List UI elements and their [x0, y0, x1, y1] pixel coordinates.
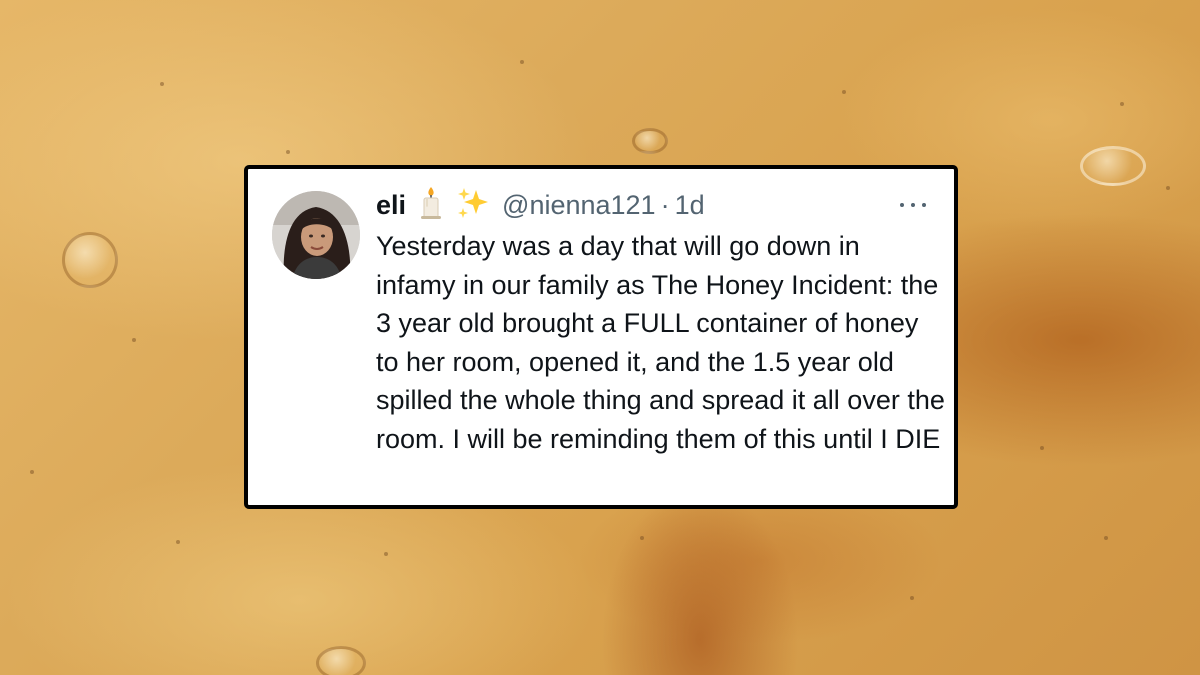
timestamp[interactable]: 1d	[675, 190, 705, 221]
display-name[interactable]: eli	[376, 190, 406, 221]
honey-speck	[286, 150, 290, 154]
separator-dot: ·	[660, 189, 670, 220]
honey-speck	[132, 338, 136, 342]
honey-speck	[1166, 186, 1170, 190]
honey-bubble	[632, 128, 668, 154]
honey-speck	[176, 540, 180, 544]
honey-speck	[520, 60, 524, 64]
honey-speck	[1040, 446, 1044, 450]
honey-bubble	[62, 232, 118, 288]
honey-speck	[384, 552, 388, 556]
tweet-card[interactable]: eli @nienna121 · 1d Yesterday was a day	[244, 165, 958, 509]
honey-speck	[30, 470, 34, 474]
more-horizontal-icon[interactable]	[894, 193, 932, 217]
honey-speck	[1104, 536, 1108, 540]
honey-speck	[910, 596, 914, 600]
avatar-photo	[272, 191, 360, 279]
tweet-header: eli @nienna121 · 1d	[376, 185, 705, 225]
honey-speck	[842, 90, 846, 94]
honey-speck	[1120, 102, 1124, 106]
sparkles-emoji	[456, 186, 490, 225]
candle-emoji	[418, 186, 444, 225]
honey-speck	[160, 82, 164, 86]
honey-speck	[640, 536, 644, 540]
avatar[interactable]	[272, 191, 360, 279]
honey-bubble	[1080, 146, 1146, 186]
honey-bubble	[316, 646, 366, 675]
tweet-text: Yesterday was a day that will go down in…	[376, 231, 945, 454]
user-handle[interactable]: @nienna121	[502, 190, 656, 221]
